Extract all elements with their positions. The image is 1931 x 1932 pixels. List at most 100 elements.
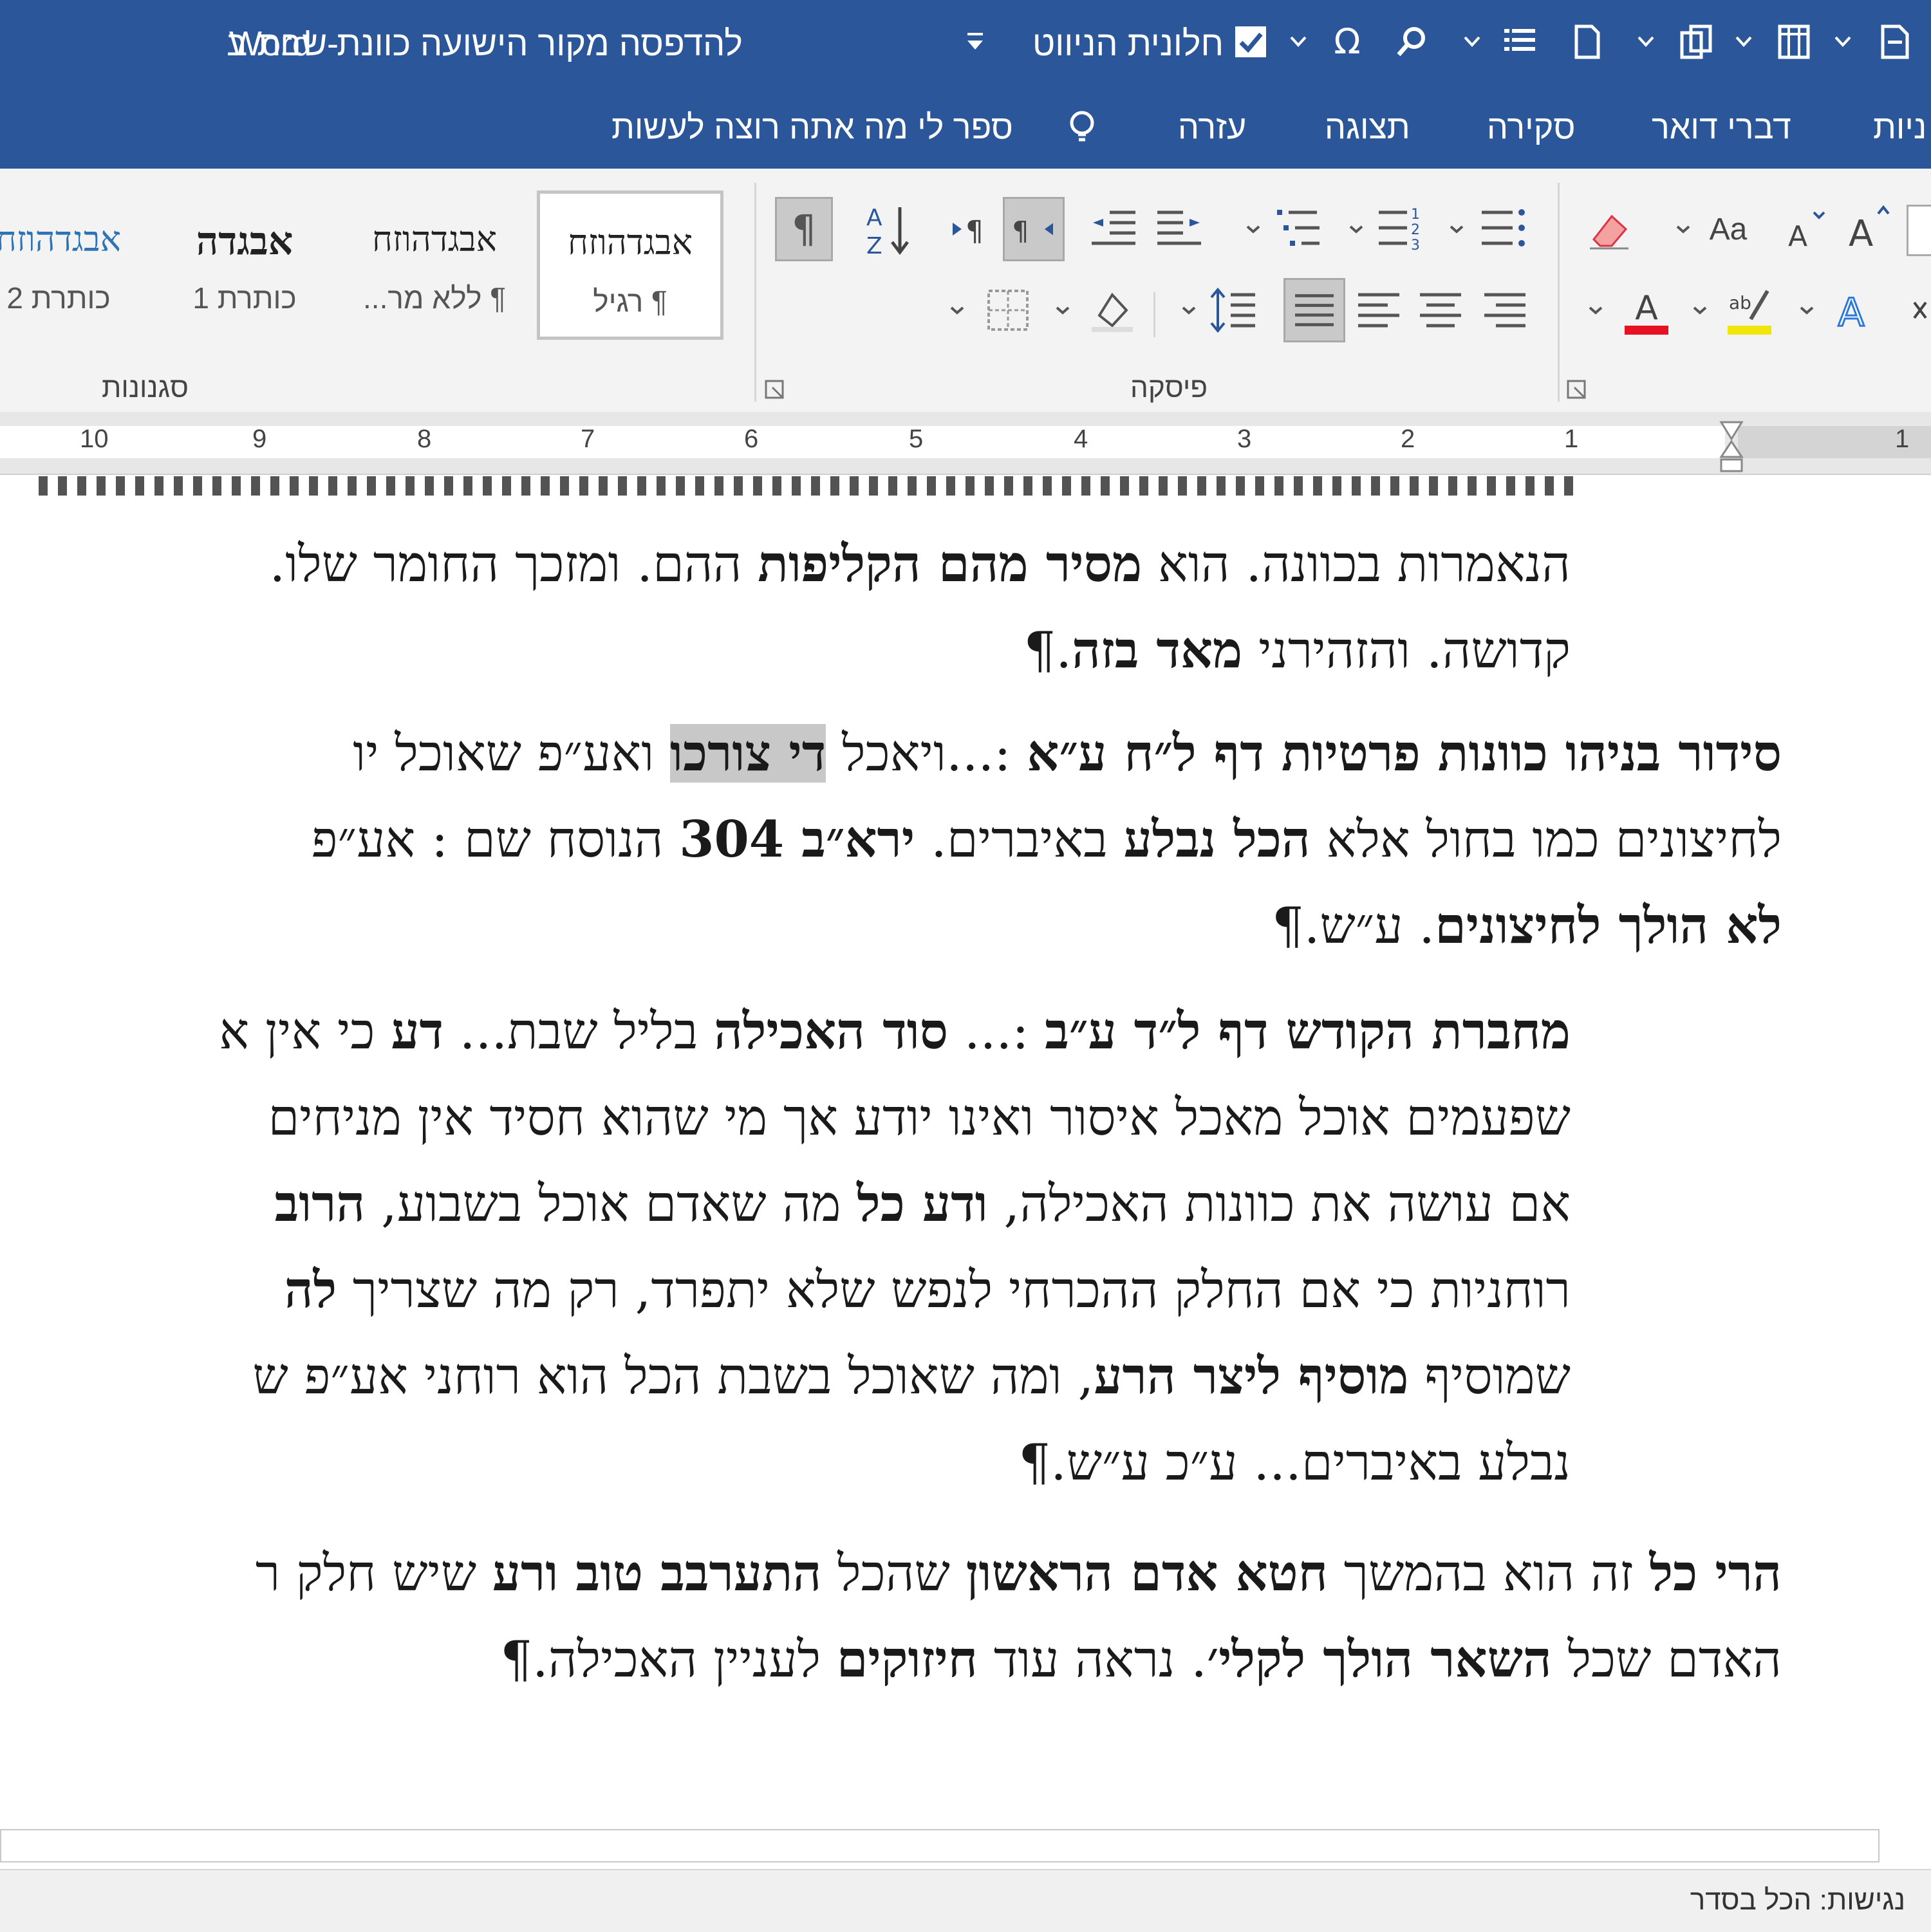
borders-icon[interactable] [982, 284, 1034, 336]
ruler-number: 5 [909, 425, 924, 453]
style-name: ¶ ללא מר... [363, 281, 506, 315]
text-line: שמוסיף מוסיף ליצר הרע, ומה שאוכל בשבת הכ… [252, 1347, 1571, 1406]
grow-font-icon[interactable]: A [1845, 200, 1896, 255]
chevron-down-icon[interactable] [1242, 216, 1264, 242]
svg-text:A: A [866, 205, 882, 231]
style-heading-1[interactable]: אבגדה כותרת 1 [161, 190, 328, 340]
selected-text: די צורכו [669, 724, 826, 783]
ruler-number: 9 [252, 425, 267, 453]
tab-view[interactable]: תצוגה [1325, 107, 1410, 148]
clear-formatting-icon[interactable] [1583, 203, 1635, 255]
ltr-direction-icon[interactable]: ¶ [946, 203, 994, 255]
customize-qat-icon[interactable] [953, 19, 998, 64]
paragraph: הנאמרות בכוונה. הוא מסיר מהם הקליפות ההם… [270, 521, 1571, 694]
line-spacing-icon[interactable] [1208, 284, 1259, 336]
decrease-indent-icon[interactable] [1088, 203, 1139, 255]
tab-mailings[interactable]: דברי דואר [1652, 107, 1791, 148]
chevron-down-icon[interactable] [1345, 216, 1367, 242]
style-normal[interactable]: אבגדהוזח ¶ רגיל [537, 190, 723, 340]
horizontal-scrollbar[interactable] [0, 1829, 1880, 1862]
accessibility-status[interactable]: נגישות: הכל בסדר [1690, 1884, 1905, 1917]
style-no-spacing[interactable]: אבגדהוזח ¶ ללא מר... [348, 190, 521, 340]
svg-text:ab: ab [1729, 292, 1751, 313]
chevron-down-icon[interactable] [946, 297, 968, 323]
multilevel-list-icon[interactable] [1272, 203, 1323, 255]
font-color-icon[interactable]: A [1622, 282, 1671, 339]
document-icon[interactable] [1872, 19, 1917, 64]
chevron-down-icon[interactable] [1672, 216, 1694, 242]
text-effects-icon[interactable]: A [1825, 283, 1877, 337]
symbol-omega-icon[interactable]: Ω [1325, 19, 1370, 64]
chevron-down-icon[interactable] [1733, 28, 1755, 54]
text-line: הרי כל זה הוא בהמשך חטא אדם הראשון שהכל … [255, 1544, 1782, 1602]
align-center-icon[interactable] [1415, 284, 1466, 336]
tab-references-partial[interactable]: ניות [1873, 107, 1926, 148]
svg-text:A: A [1838, 290, 1864, 335]
font-dialog-launcher-icon[interactable] [1565, 378, 1589, 402]
chevron-down-icon[interactable] [1052, 297, 1074, 323]
status-bar [0, 1869, 1931, 1932]
title-separator: - [327, 24, 339, 63]
text-line: קדושה. והזהירני מאד בזה.¶ [1023, 621, 1571, 680]
increase-indent-icon[interactable] [1153, 203, 1205, 255]
paragraph: מחברת הקודש דף ל״ד ע״ב :... סוד האכילה ב… [219, 989, 1571, 1506]
style-heading-2[interactable]: אבגדהוזח כותרת 2 [0, 190, 133, 340]
chevron-down-icon[interactable] [1461, 28, 1483, 54]
chevron-down-icon[interactable] [1635, 28, 1657, 54]
text-line: רוחניות כי אם החלק ההכרחי לנפש שלא יתפרד… [284, 1261, 1571, 1319]
svg-text:A: A [1635, 289, 1658, 328]
copy-page-icon[interactable] [1674, 19, 1719, 64]
ruler-number: 2 [1401, 425, 1415, 453]
svg-text:A: A [1849, 213, 1873, 255]
style-sample: אבגדהוזח [567, 222, 693, 263]
chevron-down-icon[interactable] [1178, 297, 1200, 323]
list-icon[interactable] [1497, 19, 1542, 64]
ruler-number: 1 [1895, 425, 1910, 453]
chevron-down-icon[interactable] [1585, 297, 1607, 323]
shading-icon[interactable] [1087, 284, 1138, 336]
table-icon[interactable] [1771, 19, 1816, 64]
show-formatting-marks-button[interactable]: ¶ [775, 197, 833, 261]
tab-review[interactable]: סקירה [1487, 107, 1575, 148]
align-right-icon[interactable] [1479, 284, 1531, 336]
style-name: כותרת 2 [6, 281, 111, 315]
chevron-down-icon[interactable] [1287, 28, 1309, 54]
subscript-icon-partial[interactable] [1912, 290, 1931, 328]
chevron-down-icon[interactable] [1689, 297, 1711, 323]
lightbulb-icon [1059, 104, 1105, 149]
text-line: לחיצונים כמו בחול אלא הכל נבלע באיברים. … [311, 810, 1782, 869]
tell-me-search[interactable]: ספר לי מה אתה רוצה לעשות [611, 107, 1013, 148]
justify-button[interactable] [1283, 278, 1345, 342]
sort-icon[interactable]: AZ [863, 197, 914, 261]
svg-text:2: 2 [1411, 222, 1420, 238]
style-sample: אבגדה [196, 219, 294, 264]
nav-pane-label: חלונית הניווט [1032, 24, 1224, 63]
paragraph: סידור בניהו כוונות פרטיות דף ל״ח ע״א :..… [312, 711, 1782, 969]
nav-pane-checkbox[interactable] [1228, 19, 1273, 64]
shrink-font-icon[interactable]: A [1783, 203, 1828, 255]
ruler-number: 4 [1074, 425, 1088, 453]
font-size-dropdown[interactable] [1907, 205, 1931, 256]
style-name: כותרת 1 [192, 281, 297, 315]
change-case-button[interactable]: Aa [1699, 203, 1757, 255]
bulleted-list-icon[interactable] [1478, 203, 1529, 255]
chevron-down-icon[interactable] [1446, 216, 1468, 242]
text-line: אם עושה את כוונות האכילה, ודע כל מה שאדם… [274, 1175, 1571, 1233]
tab-help[interactable]: עזרה [1178, 107, 1246, 148]
new-page-icon[interactable] [1564, 19, 1609, 64]
rtl-direction-button[interactable]: ¶ [1003, 197, 1065, 261]
svg-text:3: 3 [1411, 237, 1420, 254]
numbered-list-icon[interactable]: 123 [1375, 203, 1426, 255]
highlight-color-icon[interactable]: ab [1725, 282, 1774, 339]
svg-text:A: A [1788, 220, 1807, 253]
group-separator [1153, 292, 1155, 337]
find-icon[interactable] [1389, 19, 1434, 64]
style-name: ¶ רגיל [593, 284, 667, 318]
ruler-number: 10 [80, 425, 109, 453]
indent-marker[interactable] [1719, 420, 1744, 474]
chevron-down-icon[interactable] [1796, 297, 1818, 323]
chevron-down-icon[interactable] [1832, 28, 1854, 54]
align-left-icon[interactable] [1353, 284, 1404, 336]
paragraph-dialog-launcher-icon[interactable] [763, 378, 787, 402]
svg-text:¶: ¶ [792, 208, 816, 252]
